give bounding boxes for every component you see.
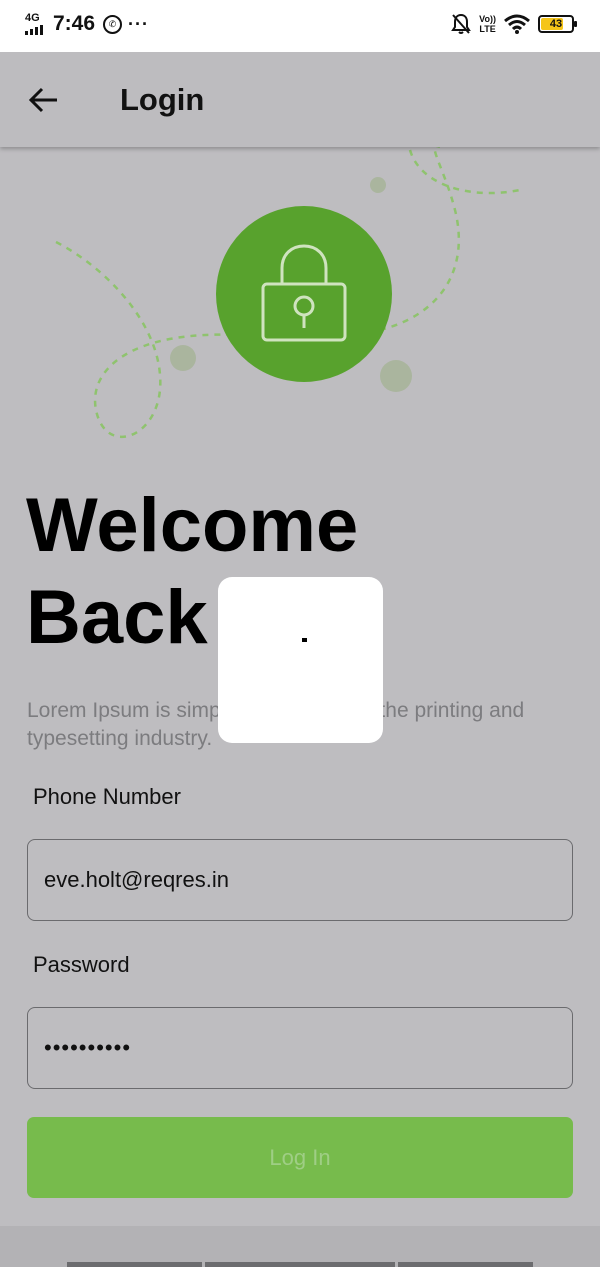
login-button[interactable]: Log In	[27, 1117, 573, 1198]
status-right: Vo)) LTE 43	[451, 13, 577, 35]
bottom-tab-hint	[398, 1262, 533, 1267]
bell-off-icon	[451, 13, 472, 34]
bottom-strip	[0, 1226, 600, 1267]
status-bar: 4G 7:46 ✆ ··· Vo)) LTE 43	[0, 0, 600, 52]
whatsapp-icon: ✆	[103, 14, 123, 34]
lock-badge	[216, 206, 392, 382]
back-arrow-icon[interactable]	[26, 82, 62, 118]
phone-number-label: Phone Number	[33, 784, 181, 809]
clock: 7:46	[53, 12, 96, 35]
signal-icon	[25, 23, 43, 35]
status-left: 4G 7:46 ✆ ···	[25, 12, 149, 36]
network-type: 4G	[25, 12, 40, 24]
phone-number-input[interactable]: eve.holt@reqres.in	[27, 839, 573, 921]
login-button-label: Log In	[269, 1144, 331, 1170]
decor-dot	[370, 177, 386, 193]
decor-dot	[380, 360, 412, 392]
loading-dialog	[218, 577, 383, 743]
loading-spinner-icon	[302, 638, 307, 642]
more-dots-icon: ···	[128, 13, 150, 34]
lte-indicator: Vo)) LTE	[479, 14, 496, 34]
battery-icon: 43	[538, 15, 577, 33]
phone-number-value: eve.holt@reqres.in	[44, 867, 229, 892]
lte-label: LTE	[479, 24, 496, 34]
network-indicator: 4G	[25, 13, 43, 35]
volte-label: Vo))	[479, 14, 496, 24]
wifi-icon	[504, 14, 530, 34]
password-value: ••••••••••	[44, 1035, 132, 1060]
password-input[interactable]: ••••••••••	[27, 1007, 573, 1089]
bottom-tab-hint	[205, 1262, 395, 1267]
decor-dot	[170, 345, 196, 371]
lock-icon	[261, 244, 347, 342]
app-bar: Login	[0, 52, 600, 147]
bottom-tab-hint	[67, 1262, 202, 1267]
battery-percent: 43	[549, 18, 563, 30]
page-title: Login	[120, 82, 205, 117]
welcome-line-1: Welcome	[26, 483, 359, 568]
password-label: Password	[33, 952, 130, 977]
